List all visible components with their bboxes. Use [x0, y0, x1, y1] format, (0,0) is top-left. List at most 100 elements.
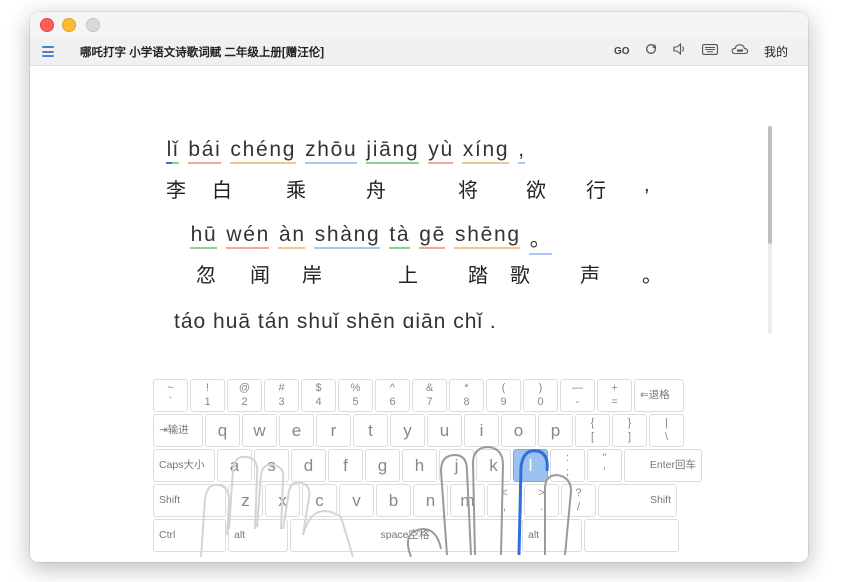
key-a[interactable]: a — [217, 449, 252, 482]
key-e[interactable]: e — [279, 414, 314, 447]
scrollbar-thumb[interactable] — [768, 126, 772, 244]
key-semicolon[interactable]: :; — [550, 449, 585, 482]
key-u[interactable]: u — [427, 414, 462, 447]
pinyin-letter: g — [282, 138, 296, 164]
key-comma[interactable]: <, — [487, 484, 522, 517]
key-num-5[interactable]: % 5 — [338, 379, 373, 412]
key-k[interactable]: k — [476, 449, 511, 482]
key-g[interactable]: g — [365, 449, 400, 482]
key-w[interactable]: w — [242, 414, 277, 447]
key-base-symbol: 7 — [426, 396, 433, 408]
key-num-3[interactable]: #3 — [264, 379, 299, 412]
key-s[interactable]: s — [254, 449, 289, 482]
my-account-link[interactable]: 我的 — [764, 43, 788, 61]
pinyin-letter: é — [255, 138, 269, 164]
key-y[interactable]: y — [390, 414, 425, 447]
pinyin-line-3-partial: táo huā tán shuǐ shēn qiān chǐ , — [174, 310, 497, 328]
zoom-window-button[interactable] — [86, 18, 100, 32]
key-shift-symbol: ! — [205, 382, 210, 394]
key-bracket-left[interactable]: {[ — [575, 414, 610, 447]
key-space[interactable]: space空格 — [290, 519, 520, 552]
key-shift-left[interactable]: Shift — [153, 484, 226, 517]
pinyin-syllable: shēng — [454, 223, 521, 258]
key-b[interactable]: b — [376, 484, 411, 517]
key-shift-symbol: | — [665, 417, 668, 429]
key-base-symbol: , — [502, 501, 507, 513]
key-bracket-right[interactable]: }] — [612, 414, 647, 447]
key-num-6[interactable]: ^ 6 — [375, 379, 410, 412]
key-i[interactable]: i — [464, 414, 499, 447]
pinyin-letter: ǐ — [172, 138, 179, 164]
key-tab[interactable]: ⇥输进 — [153, 414, 203, 447]
key-shift-right[interactable]: Shift — [598, 484, 677, 517]
pinyin-letter: g — [506, 223, 521, 249]
key-period[interactable]: >. — [524, 484, 559, 517]
key-r[interactable]: r — [316, 414, 351, 447]
key-l[interactable]: l — [513, 449, 548, 482]
sound-icon[interactable] — [672, 42, 688, 61]
key-num-12[interactable]: + = — [597, 379, 632, 412]
key-c[interactable]: c — [302, 484, 337, 517]
key-num-7[interactable]: & 7 — [412, 379, 447, 412]
key-base-symbol: - — [575, 396, 580, 408]
hanzi-char: , — [644, 174, 650, 196]
hanzi-char: 歌 — [510, 265, 530, 287]
key-p[interactable]: p — [538, 414, 573, 447]
pinyin-line-1: lǐ bái chéng zhōu jiāng yù xíng, — [166, 138, 534, 167]
key-v[interactable]: v — [339, 484, 374, 517]
key-num-9[interactable]: (9 — [486, 379, 521, 412]
key-num-1[interactable]: ! 1 — [190, 379, 225, 412]
key-h[interactable]: h — [402, 449, 437, 482]
pinyin-letter: à — [396, 223, 410, 249]
key-base-symbol: 4 — [315, 396, 322, 408]
key-num-8[interactable]: * 8 — [449, 379, 484, 412]
pinyin-letter: ū — [203, 223, 217, 249]
key-base-symbol: \ — [664, 431, 669, 443]
key-j[interactable]: j — [439, 449, 474, 482]
key-caps-lock[interactable]: Caps大小写 — [153, 449, 215, 502]
key-label: b — [388, 491, 399, 510]
key-alt-right[interactable]: alt — [522, 519, 582, 552]
key-q[interactable]: q — [205, 414, 240, 447]
key-slash[interactable]: ? / — [561, 484, 596, 517]
pinyin-letter: í — [474, 138, 482, 164]
key-num-4[interactable]: $4 — [301, 379, 336, 412]
key-num-10[interactable]: ) 0 — [523, 379, 558, 412]
key-num-11[interactable]: — - — [560, 379, 595, 412]
vertical-scrollbar[interactable] — [768, 126, 772, 334]
key-num-0[interactable]: ~ ` — [153, 379, 188, 412]
key-alt-left[interactable]: alt — [228, 519, 288, 552]
go-button[interactable]: GO — [614, 43, 630, 61]
key-n[interactable]: n — [413, 484, 448, 517]
key-z[interactable]: z — [228, 484, 263, 517]
key-enter[interactable]: Enter回车 — [624, 449, 702, 482]
key-t[interactable]: t — [353, 414, 388, 447]
key-x[interactable]: x — [265, 484, 300, 517]
cloud-icon[interactable] — [730, 43, 750, 61]
key-ctrl[interactable]: Ctrl — [153, 519, 226, 552]
key-quote[interactable]: " ' — [587, 449, 622, 482]
menu-icon[interactable] — [42, 46, 54, 57]
key-shift-symbol: % — [350, 382, 361, 394]
key-m[interactable]: m — [450, 484, 485, 517]
key-num-2[interactable]: @2 — [227, 379, 262, 412]
key-o[interactable]: o — [501, 414, 536, 447]
pinyin-letter: b — [187, 138, 202, 164]
minimize-window-button[interactable] — [62, 18, 76, 32]
pinyin-letter: x — [462, 138, 475, 164]
key-shift-symbol: " — [602, 452, 607, 464]
key-shift-symbol: { — [590, 417, 595, 429]
key-f[interactable]: f — [328, 449, 363, 482]
key-d[interactable]: d — [291, 449, 326, 482]
key-label: Ctrl — [159, 529, 176, 541]
key-ctrl-right-blank[interactable] — [584, 519, 679, 552]
key-backspace[interactable]: ⇐退格 — [634, 379, 684, 412]
keyboard-row-z: Shift z x c v b n m <, >.? / Shift — [153, 484, 679, 517]
keyboard-icon[interactable] — [700, 43, 720, 61]
key-backslash[interactable]: | \ — [649, 414, 684, 447]
pinyin-letter: 。 — [529, 223, 552, 255]
refresh-icon[interactable] — [644, 43, 658, 61]
pinyin-letter: á — [201, 138, 215, 164]
pinyin-letter: é — [242, 223, 256, 249]
close-window-button[interactable] — [40, 18, 54, 32]
